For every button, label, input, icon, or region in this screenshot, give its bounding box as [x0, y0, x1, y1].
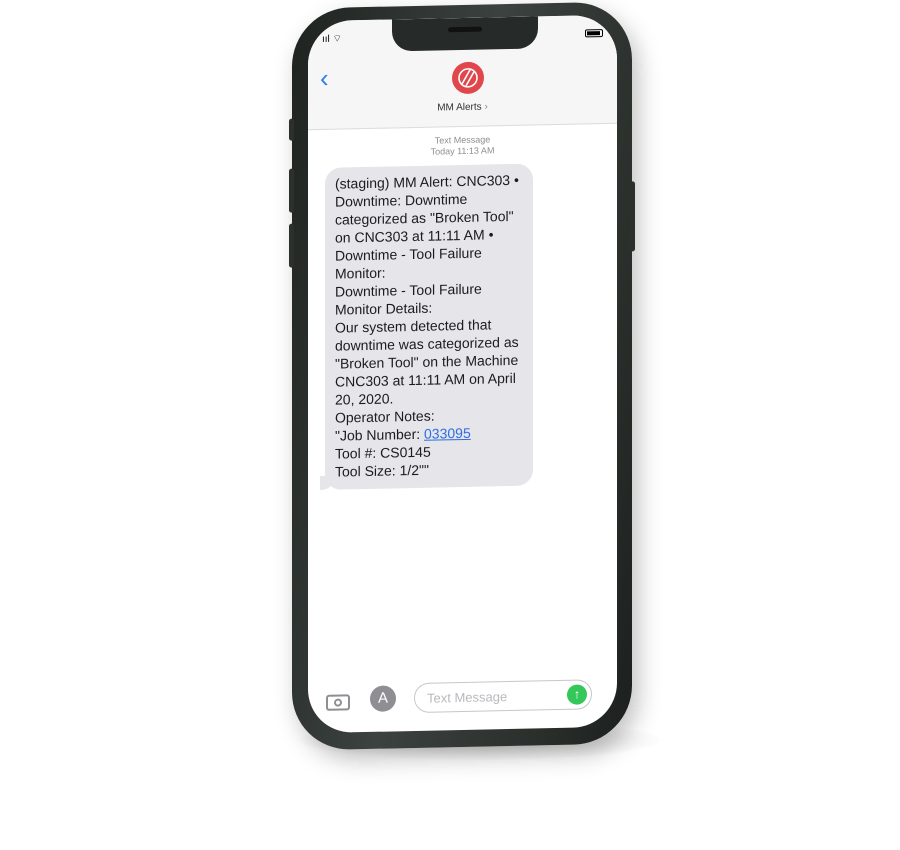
appstore-icon[interactable]: A [370, 685, 396, 712]
phone-screen: ııl ⌔ ‹ MM Alerts › Text Message Today 1… [308, 14, 617, 734]
message-input[interactable] [425, 686, 559, 707]
mm-logo-icon [458, 68, 478, 88]
speaker-grille [448, 26, 482, 33]
message-text-part1: (staging) MM Alert: CNC303 • Downtime: D… [335, 171, 519, 444]
message-timestamp: Text Message Today 11:13 AM [308, 132, 617, 160]
job-number-link[interactable]: 033095 [424, 425, 471, 442]
signal-status: ııl ⌔ [322, 33, 342, 45]
message-composer: A ↑ [308, 667, 617, 733]
send-button[interactable]: ↑ [567, 684, 587, 705]
phone-frame: ııl ⌔ ‹ MM Alerts › Text Message Today 1… [289, 1, 635, 751]
message-input-container[interactable]: ↑ [414, 679, 592, 714]
message-text-part2: Tool #: CS0145 Tool Size: 1/2"" [335, 443, 431, 480]
incoming-message-bubble: (staging) MM Alert: CNC303 • Downtime: D… [325, 163, 533, 490]
volume-down-button [289, 223, 294, 268]
volume-button [289, 118, 294, 141]
chevron-right-icon: › [484, 101, 488, 113]
contact-avatar[interactable] [452, 61, 484, 95]
chevron-left-icon[interactable]: ‹ [320, 63, 329, 93]
power-button [630, 181, 635, 252]
contact-name-button[interactable]: MM Alerts › [308, 99, 617, 116]
notch [392, 16, 538, 52]
volume-up-button [289, 168, 294, 213]
camera-icon[interactable] [326, 694, 350, 711]
contact-name: MM Alerts [437, 101, 482, 114]
battery-icon [585, 29, 603, 38]
